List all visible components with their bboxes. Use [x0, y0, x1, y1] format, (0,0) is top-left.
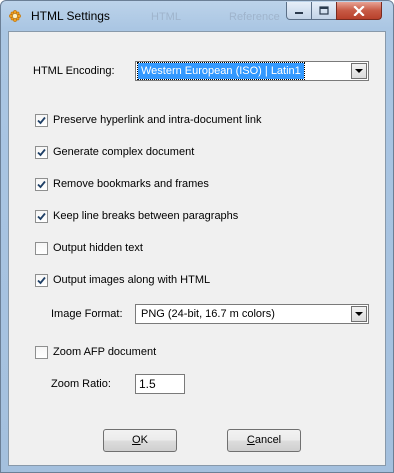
chevron-down-icon	[355, 311, 363, 316]
keep-line-breaks-checkbox[interactable]	[35, 209, 48, 223]
app-icon	[9, 10, 21, 22]
remove-bookmarks-label: Remove bookmarks and frames	[53, 178, 209, 190]
option-output-images[interactable]: Output images along with HTML	[35, 273, 210, 287]
output-hidden-text-label: Output hidden text	[53, 242, 143, 254]
ok-button-label: K	[140, 434, 148, 446]
background-title-fragment: Reference	[229, 11, 280, 23]
option-output-hidden-text[interactable]: Output hidden text	[35, 241, 143, 255]
option-generate-complex[interactable]: Generate complex document	[35, 145, 194, 159]
checkmark-icon	[37, 212, 46, 220]
generate-complex-checkbox[interactable]	[35, 145, 48, 159]
window-title: HTML Settings	[31, 9, 110, 23]
maximize-button[interactable]	[311, 2, 337, 20]
image-format-select[interactable]: PNG (24-bit, 16.7 m colors)	[135, 304, 369, 324]
cancel-button-label: ancel	[254, 434, 282, 446]
encoding-select[interactable]: Western European (ISO) | Latin1	[135, 61, 369, 81]
image-format-value: PNG (24-bit, 16.7 m colors)	[141, 308, 275, 320]
dialog-body: HTML Encoding: Western European (ISO) | …	[8, 31, 386, 466]
checkmark-icon	[37, 180, 46, 188]
maximize-icon	[319, 6, 329, 15]
keep-line-breaks-label: Keep line breaks between paragraphs	[53, 210, 239, 222]
title-bar[interactable]: HTML Settings HTML Reference	[1, 1, 393, 31]
ok-button-mnemonic: O	[132, 434, 141, 446]
background-title-fragment: HTML	[151, 11, 181, 23]
output-hidden-text-checkbox[interactable]	[35, 241, 48, 255]
output-images-label: Output images along with HTML	[53, 274, 211, 286]
cancel-button[interactable]: Cancel	[227, 429, 301, 452]
close-icon	[353, 5, 365, 16]
encoding-value: Western European (ISO) | Latin1	[137, 62, 305, 80]
option-remove-bookmarks[interactable]: Remove bookmarks and frames	[35, 177, 209, 191]
image-format-dropdown-button[interactable]	[351, 306, 367, 322]
generate-complex-label: Generate complex document	[53, 146, 195, 158]
encoding-dropdown-button[interactable]	[351, 63, 367, 79]
preserve-hyperlinks-label: Preserve hyperlink and intra-document li…	[53, 114, 262, 126]
encoding-label: HTML Encoding:	[33, 65, 115, 77]
checkmark-icon	[37, 276, 46, 284]
preserve-hyperlinks-checkbox[interactable]	[35, 113, 48, 127]
ok-button[interactable]: OK	[103, 429, 177, 452]
zoom-afp-label: Zoom AFP document	[53, 346, 157, 358]
zoom-ratio-input[interactable]: 1.5	[135, 374, 185, 394]
image-format-label: Image Format:	[51, 308, 123, 320]
cancel-button-mnemonic: C	[246, 434, 255, 446]
chevron-down-icon	[355, 68, 363, 73]
option-keep-line-breaks[interactable]: Keep line breaks between paragraphs	[35, 209, 238, 223]
checkmark-icon	[37, 116, 46, 124]
zoom-afp-checkbox[interactable]	[35, 345, 48, 359]
minimize-icon	[295, 11, 303, 14]
remove-bookmarks-checkbox[interactable]	[35, 177, 48, 191]
output-images-checkbox[interactable]	[35, 273, 48, 287]
close-button[interactable]	[336, 2, 382, 20]
minimize-button[interactable]	[286, 2, 312, 20]
option-preserve-hyperlinks[interactable]: Preserve hyperlink and intra-document li…	[35, 113, 262, 127]
zoom-ratio-label: Zoom Ratio:	[51, 378, 111, 390]
checkmark-icon	[37, 148, 46, 156]
option-zoom-afp[interactable]: Zoom AFP document	[35, 345, 156, 359]
dialog-window: HTML Settings HTML Reference HTML Encodi…	[0, 0, 394, 473]
